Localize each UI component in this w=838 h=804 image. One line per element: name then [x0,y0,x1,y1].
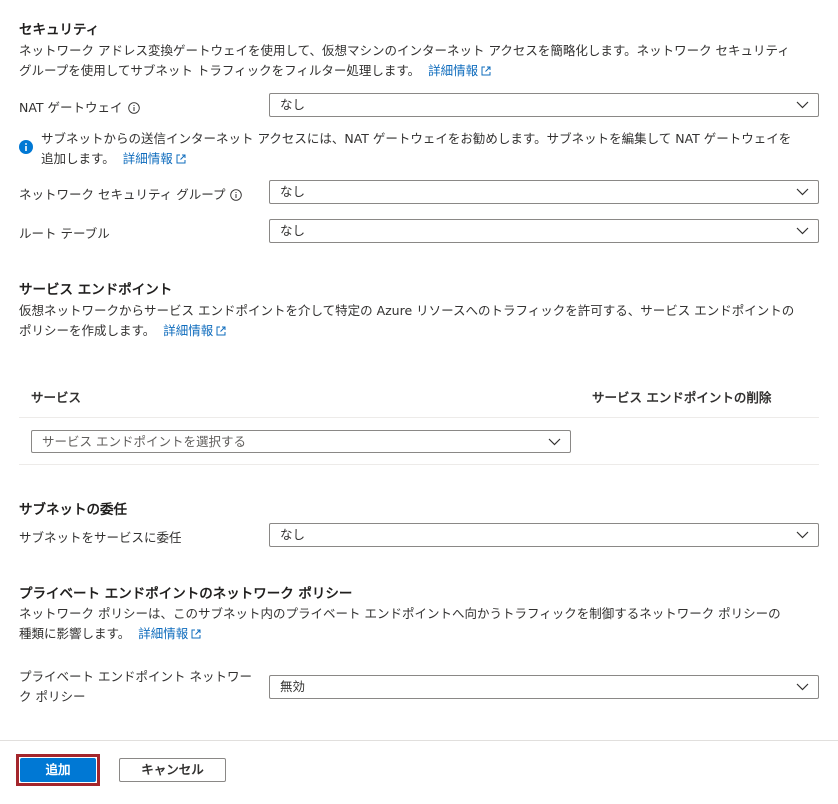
column-header-service: サービス [31,390,82,405]
info-filled-icon [19,140,33,154]
service-endpoint-select[interactable]: サービス エンドポイントを選択する [31,430,571,453]
external-link-icon [191,629,201,639]
security-description: ネットワーク アドレス変換ゲートウェイを使用して、仮想マシンのインターネット ア… [19,43,790,78]
info-icon[interactable] [230,189,243,201]
service-endpoints-description: 仮想ネットワークからサービス エンドポイントを介して特定の Azure リソース… [19,303,795,338]
private-endpoint-policy-label: プライベート エンドポイント ネットワー ク ポリシー [19,669,252,704]
route-table-dropdown[interactable]: なし [269,219,819,243]
table-divider [19,464,819,465]
nsg-dropdown[interactable]: なし [269,180,819,204]
chevron-down-icon [548,438,561,446]
nat-info-learn-more-link[interactable]: 詳細情報 [123,151,186,166]
private-endpoint-description: ネットワーク ポリシーは、このサブネット内のプライベート エンドポイントへ向かう… [19,606,781,641]
delegation-heading: サブネットの委任 [19,502,127,518]
external-link-icon [481,66,491,76]
external-link-icon [176,154,186,164]
delegation-dropdown[interactable]: なし [269,523,819,547]
chevron-down-icon [796,683,809,691]
route-table-label: ルート テーブル [19,226,110,241]
private-endpoint-heading: プライベート エンドポイントのネットワーク ポリシー [19,586,353,602]
chevron-down-icon [796,101,809,109]
table-divider [19,417,819,418]
chevron-down-icon [796,531,809,539]
service-endpoints-heading: サービス エンドポイント [19,282,173,298]
add-button[interactable]: 追加 [20,758,96,782]
private-endpoint-policy-dropdown[interactable]: 無効 [269,675,819,699]
chevron-down-icon [796,227,809,235]
column-header-delete: サービス エンドポイントの削除 [592,390,772,405]
cancel-button[interactable]: キャンセル [119,758,226,782]
info-icon[interactable] [127,102,140,114]
external-link-icon [216,326,226,336]
private-endpoint-learn-more-link[interactable]: 詳細情報 [138,626,201,641]
nsg-label: ネットワーク セキュリティ グループ [19,184,243,203]
security-heading: セキュリティ [19,22,100,38]
chevron-down-icon [796,188,809,196]
nat-info-message: サブネットからの送信インターネット アクセスには、NAT ゲートウェイをお勧めし… [19,129,824,169]
delegation-label: サブネットをサービスに委任 [19,530,182,545]
nat-gateway-label: NAT ゲートウェイ [19,97,140,116]
nat-gateway-dropdown[interactable]: なし [269,93,819,117]
service-endpoints-learn-more-link[interactable]: 詳細情報 [163,323,226,338]
security-learn-more-link[interactable]: 詳細情報 [428,63,491,78]
footer-divider [0,740,838,741]
